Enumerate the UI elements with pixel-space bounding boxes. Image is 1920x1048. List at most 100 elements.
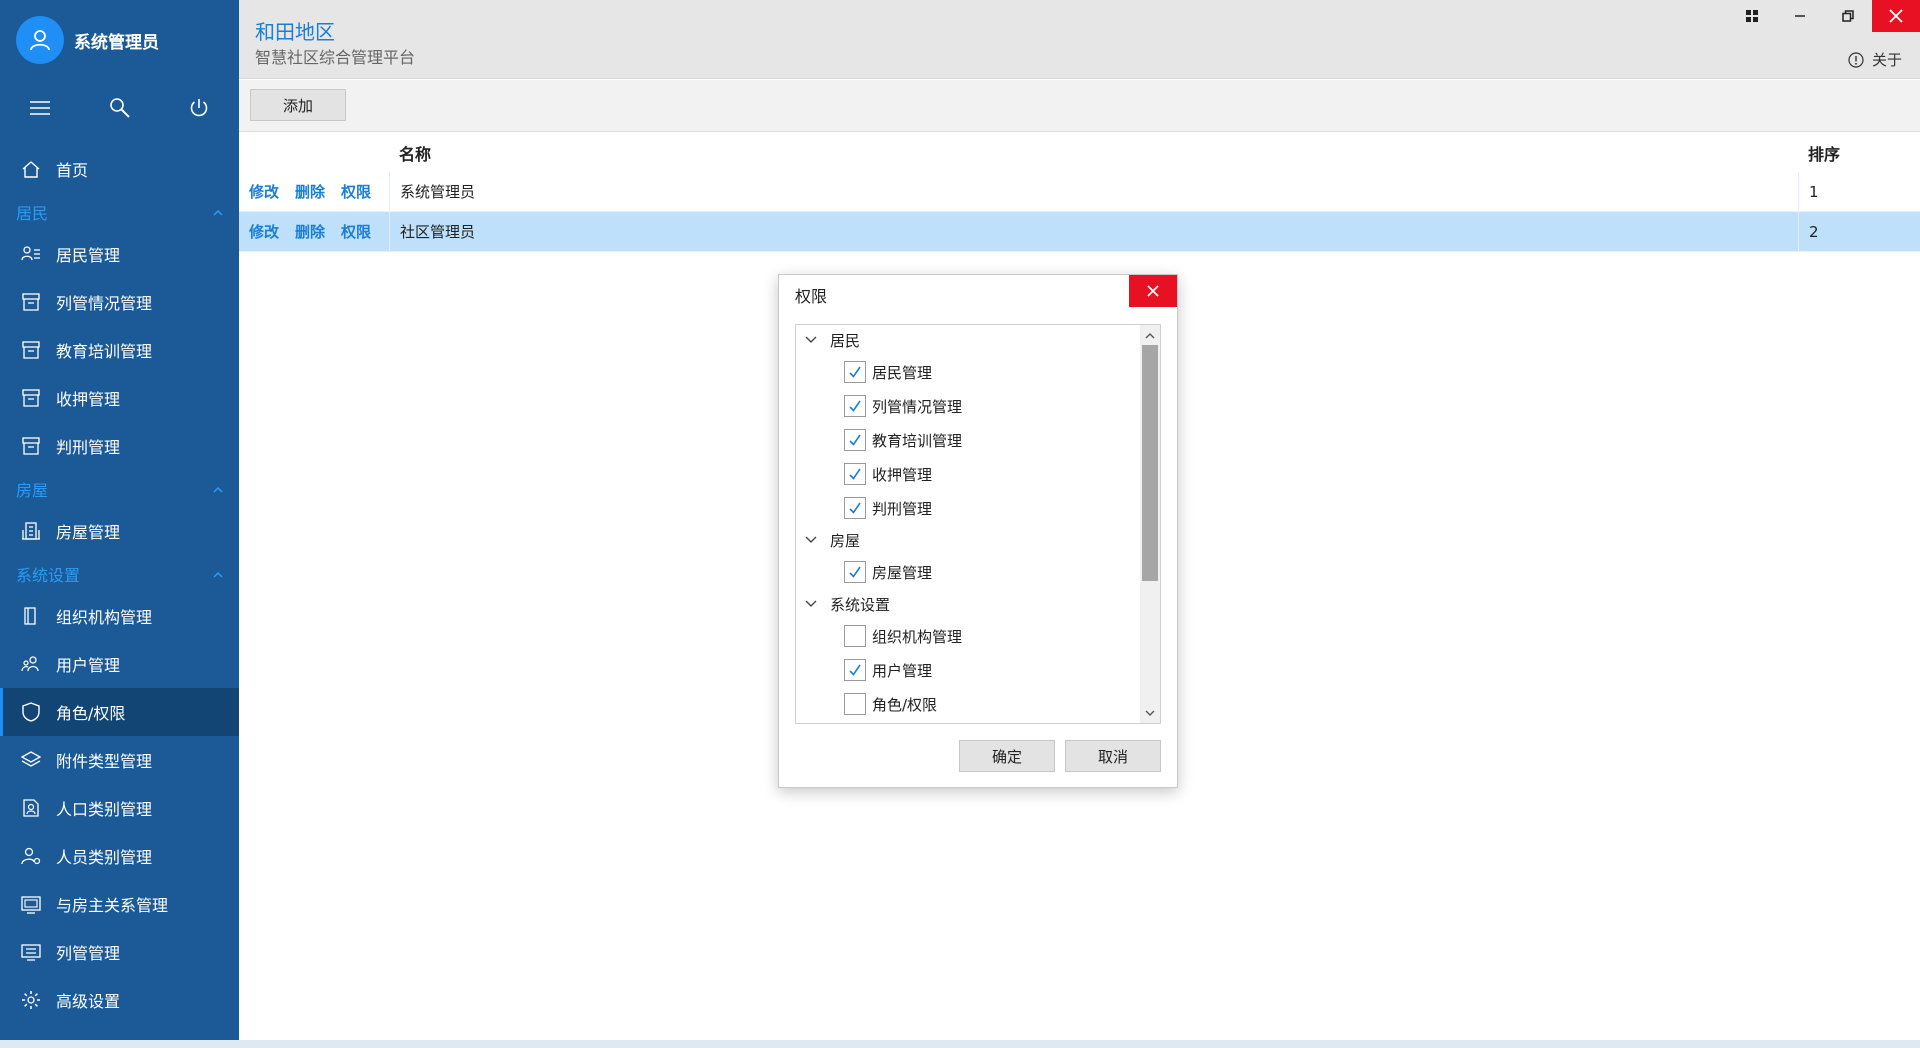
role-name-cell: 社区管理员: [389, 212, 1798, 251]
permission-dialog: 权限 居民 居民管理列管情况管理 教育培训管理 收押管理判刑管理 房屋 房屋管理系统设置组…: [778, 274, 1178, 788]
close-window-button[interactable]: [1872, 0, 1920, 32]
tree-scrollbar[interactable]: [1140, 325, 1160, 723]
tree-leaf-node[interactable]: 判刑管理: [796, 491, 1140, 525]
scroll-thumb[interactable]: [1142, 345, 1158, 581]
info-icon: [1848, 51, 1864, 68]
permission-label: 教育培训管理: [872, 431, 963, 450]
scroll-down-button[interactable]: [1140, 703, 1160, 723]
tree-leaf-node[interactable]: 教育培训管理: [796, 423, 1140, 457]
layers-icon: [20, 749, 42, 771]
sidebar-group-header[interactable]: 系统设置: [0, 555, 239, 592]
permission-link[interactable]: 权限: [341, 221, 371, 242]
grid-button[interactable]: [1728, 0, 1776, 32]
scroll-up-button[interactable]: [1140, 325, 1160, 345]
restore-button[interactable]: [1824, 0, 1872, 32]
book-icon: [20, 605, 42, 627]
monitor-icon: [20, 893, 42, 915]
sidebar-item-label: 与房主关系管理: [56, 896, 169, 915]
checkmark-icon: [849, 434, 861, 446]
tree-leaf-node[interactable]: 组织机构管理: [796, 619, 1140, 653]
permission-checkbox[interactable]: [844, 429, 866, 451]
sidebar-item-label: 附件类型管理: [56, 752, 153, 771]
permission-checkbox[interactable]: [844, 561, 866, 583]
about-button[interactable]: 关于: [1848, 49, 1902, 70]
sidebar-group-label: 系统设置: [16, 565, 81, 585]
sidebar-item[interactable]: 角色/权限: [0, 688, 239, 736]
ok-button[interactable]: 确定: [959, 740, 1055, 772]
tree-group-node[interactable]: 房屋: [796, 525, 1140, 555]
sidebar-item-label: 判刑管理: [56, 438, 121, 457]
archive-icon: [20, 291, 42, 313]
sidebar-item[interactable]: 教育培训管理: [0, 326, 239, 374]
sidebar-item[interactable]: 房屋管理: [0, 507, 239, 555]
permission-checkbox[interactable]: [844, 361, 866, 383]
permission-checkbox[interactable]: [844, 625, 866, 647]
sidebar-item-label: 高级设置: [56, 992, 121, 1011]
sidebar-group-header[interactable]: 房屋: [0, 470, 239, 507]
permission-link[interactable]: 权限: [341, 181, 371, 202]
delete-link[interactable]: 删除: [295, 181, 325, 202]
tree-group-node[interactable]: 居民: [796, 325, 1140, 355]
menu-toggle-button[interactable]: [0, 83, 80, 133]
restore-icon: [1842, 10, 1854, 22]
table-header: 名称 排序: [239, 133, 1920, 172]
tree-leaf-node[interactable]: 角色/权限: [796, 687, 1140, 721]
shield-icon: [20, 701, 42, 723]
permission-checkbox[interactable]: [844, 497, 866, 519]
permission-label: 列管情况管理: [872, 397, 963, 416]
checkmark-icon: [849, 502, 861, 514]
sidebar-item[interactable]: 人口类别管理: [0, 784, 239, 832]
table-row[interactable]: 修改 删除 权限 系统管理员 1: [239, 172, 1920, 212]
tree-group-node[interactable]: 系统设置: [796, 589, 1140, 619]
chevron-down-icon[interactable]: [802, 536, 820, 544]
chevron-down-icon[interactable]: [802, 600, 820, 608]
sidebar-item-label: 列管情况管理: [56, 294, 153, 313]
power-button[interactable]: [159, 83, 239, 133]
delete-link[interactable]: 删除: [295, 221, 325, 242]
chevron-up-icon: [213, 482, 223, 496]
role-order-cell: 1: [1798, 172, 1920, 211]
sidebar-item[interactable]: 列管情况管理: [0, 278, 239, 326]
permission-checkbox[interactable]: [844, 659, 866, 681]
permission-label: 收押管理: [872, 465, 933, 484]
app-title: 和田地区: [255, 20, 335, 44]
avatar[interactable]: [16, 16, 64, 64]
tree-leaf-node[interactable]: 列管情况管理: [796, 389, 1140, 423]
minimize-button[interactable]: [1776, 0, 1824, 32]
tree-group-label: 系统设置: [830, 595, 891, 614]
sidebar-item[interactable]: 组织机构管理: [0, 592, 239, 640]
dialog-title: 权限: [795, 287, 828, 306]
sidebar-item[interactable]: 与房主关系管理: [0, 880, 239, 928]
sidebar: 系统管理员 首页 居民 居民管理 列管情况管理 教育培训管理 收押管理 判刑管理 房屋 房屋管理…: [0, 0, 239, 1040]
sidebar-item[interactable]: 判刑管理: [0, 422, 239, 470]
edit-link[interactable]: 修改: [249, 221, 279, 242]
building-icon: [20, 520, 42, 542]
sidebar-item[interactable]: 人员类别管理: [0, 832, 239, 880]
tree-leaf-node[interactable]: 居民管理: [796, 355, 1140, 389]
sidebar-item[interactable]: 首页: [0, 145, 239, 193]
sidebar-item[interactable]: 用户管理: [0, 640, 239, 688]
table-row[interactable]: 修改 删除 权限 社区管理员 2: [239, 212, 1920, 252]
checkmark-icon: [849, 400, 861, 412]
add-button[interactable]: 添加: [250, 89, 346, 121]
sidebar-item[interactable]: 收押管理: [0, 374, 239, 422]
sidebar-item[interactable]: 居民管理: [0, 230, 239, 278]
chevron-down-icon[interactable]: [802, 336, 820, 344]
sidebar-item[interactable]: 附件类型管理: [0, 736, 239, 784]
sidebar-item[interactable]: 列管管理: [0, 928, 239, 976]
permission-checkbox[interactable]: [844, 463, 866, 485]
cancel-button[interactable]: 取消: [1065, 740, 1161, 772]
search-button[interactable]: [80, 83, 160, 133]
sidebar-group-header[interactable]: 居民: [0, 193, 239, 230]
tree-leaf-node[interactable]: 用户管理: [796, 653, 1140, 687]
tree-content: 居民 居民管理列管情况管理 教育培训管理 收押管理判刑管理 房屋 房屋管理系统设置组织机构…: [796, 325, 1140, 721]
tree-leaf-node[interactable]: 收押管理: [796, 457, 1140, 491]
about-label: 关于: [1871, 51, 1902, 69]
permission-checkbox[interactable]: [844, 395, 866, 417]
permission-checkbox[interactable]: [844, 693, 866, 715]
content-toolbar: 添加: [239, 80, 1920, 132]
tree-leaf-node[interactable]: 房屋管理: [796, 555, 1140, 589]
dialog-close-button[interactable]: [1129, 275, 1177, 307]
edit-link[interactable]: 修改: [249, 181, 279, 202]
sidebar-item[interactable]: 高级设置: [0, 976, 239, 1024]
